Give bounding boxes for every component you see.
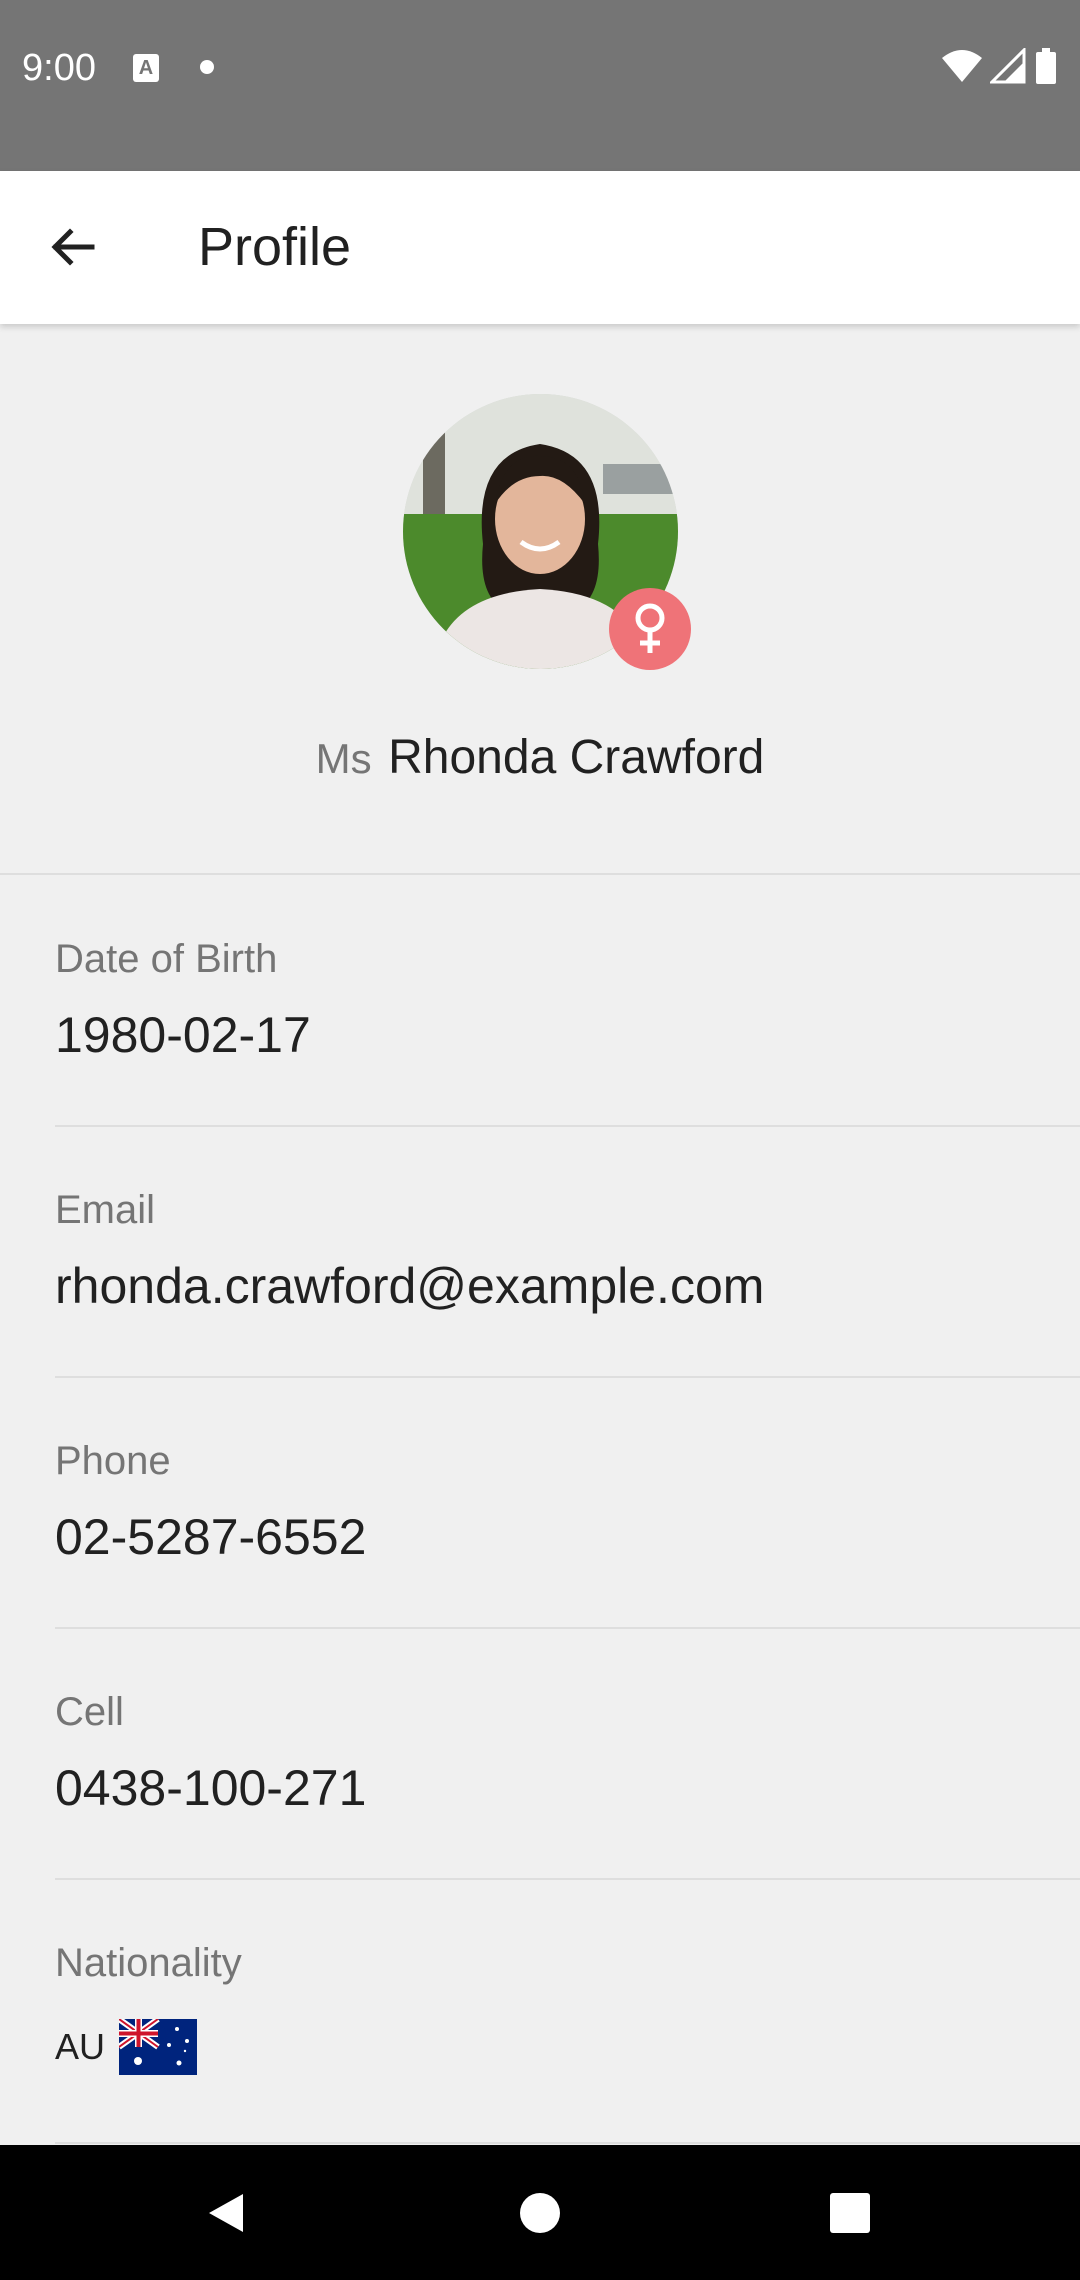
- field-email: Email rhonda.crawford@example.com: [55, 1126, 1080, 1378]
- battery-icon: [1036, 48, 1056, 84]
- gender-badge: [609, 588, 691, 670]
- nationality-value: AU: [55, 2019, 198, 2075]
- status-bar: 9:00 A: [0, 0, 1080, 171]
- field-label: Nationality: [55, 1941, 242, 1985]
- field-date-of-birth: Date of Birth 1980-02-17: [55, 875, 1080, 1127]
- nationality-code: AU: [55, 2026, 106, 2067]
- field-nationality: Nationality AU: [55, 1879, 1080, 2144]
- back-button[interactable]: [30, 205, 114, 289]
- home-circle-icon: [520, 2193, 560, 2233]
- recents-square-icon: [830, 2193, 870, 2233]
- arrow-left-icon: [51, 228, 95, 266]
- dot-icon: [200, 60, 214, 74]
- signal-icon: [990, 48, 1026, 84]
- nav-back-button[interactable]: [190, 2177, 262, 2249]
- profile-name: Ms Rhonda Crawford: [0, 728, 1080, 799]
- australia-flag-icon: [119, 2019, 198, 2075]
- field-label: Phone: [55, 1439, 171, 1483]
- field-label: Date of Birth: [55, 937, 278, 981]
- field-label: Email: [55, 1188, 156, 1232]
- field-value: 1980-02-17: [55, 1007, 311, 1063]
- name-title: Ms: [315, 735, 372, 782]
- field-phone: Phone 02-5287-6552: [55, 1377, 1080, 1629]
- app-bar: Profile: [0, 171, 1080, 324]
- female-icon: [635, 603, 665, 653]
- back-triangle-icon: [209, 2194, 243, 2232]
- nav-recents-button[interactable]: [814, 2177, 886, 2249]
- field-label: Cell: [55, 1690, 124, 1734]
- page-title: Profile: [198, 217, 352, 277]
- status-time: 9:00: [22, 47, 96, 89]
- system-nav-bar: [0, 2145, 1080, 2280]
- field-cell: Cell 0438-100-271: [55, 1628, 1080, 1880]
- full-name: Rhonda Crawford: [388, 731, 765, 784]
- wifi-icon: [942, 50, 982, 82]
- field-value: 0438-100-271: [55, 1760, 367, 1816]
- a-notification-icon: A: [133, 54, 159, 82]
- nav-home-button[interactable]: [504, 2177, 576, 2249]
- field-value: 02-5287-6552: [55, 1509, 367, 1565]
- profile-header: Ms Rhonda Crawford: [0, 324, 1080, 875]
- field-value: rhonda.crawford@example.com: [55, 1258, 765, 1314]
